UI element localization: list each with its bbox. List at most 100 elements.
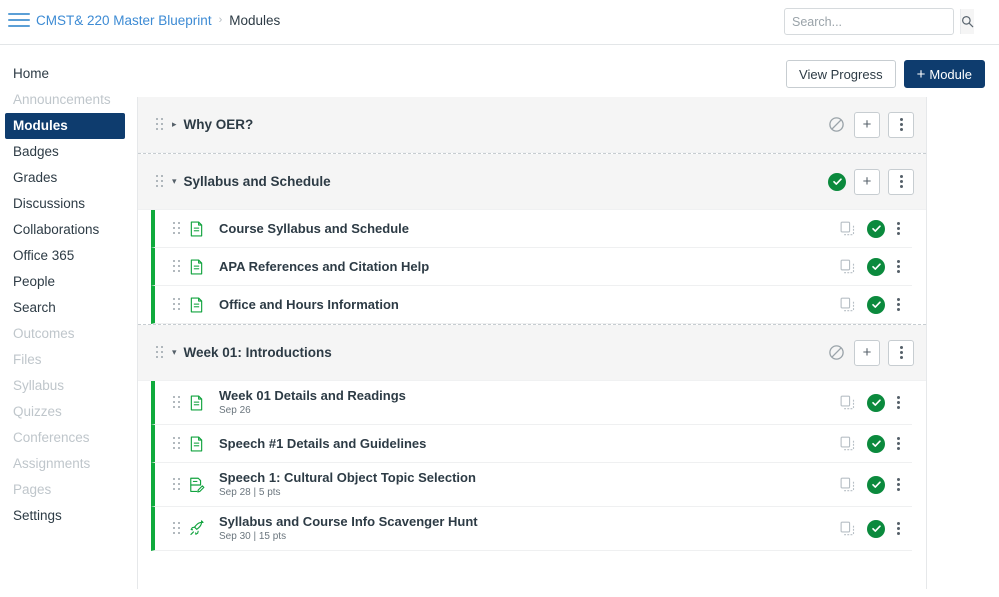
sidebar-item-label: Grades: [13, 170, 58, 185]
chevron-down-icon[interactable]: ▾: [172, 347, 177, 358]
published-status-icon[interactable]: [867, 295, 885, 314]
published-status-icon[interactable]: [828, 172, 846, 191]
module-item-row[interactable]: Week 01 Details and Readings Sep 26: [151, 381, 912, 425]
module-title[interactable]: Why OER?: [184, 117, 254, 132]
duplicate-glyph-icon: [840, 297, 855, 312]
sidebar-item-office-365[interactable]: Office 365: [5, 243, 125, 269]
sidebar-item-label: Home: [13, 66, 50, 81]
module-drag-handle[interactable]: [156, 117, 164, 132]
item-drag-handle[interactable]: [173, 521, 181, 536]
duplicate-icon[interactable]: [840, 297, 855, 312]
duplicate-icon[interactable]: [840, 221, 855, 236]
kebab-menu-icon[interactable]: [899, 346, 903, 359]
module-menu-button[interactable]: [888, 168, 914, 195]
sidebar-item-conferences[interactable]: Conferences: [5, 425, 125, 451]
item-menu-icon[interactable]: [897, 522, 900, 535]
unpublished-status-icon[interactable]: [828, 344, 846, 362]
kebab-menu-icon[interactable]: [899, 175, 903, 188]
sidebar-item-outcomes[interactable]: Outcomes: [5, 321, 125, 347]
item-drag-handle[interactable]: [173, 297, 181, 312]
unpublished-status-icon[interactable]: [828, 116, 846, 134]
duplicate-glyph-icon: [840, 259, 855, 274]
module-drag-handle[interactable]: [156, 174, 164, 189]
chevron-down-icon[interactable]: ▾: [172, 176, 177, 187]
search-icon: [962, 16, 974, 28]
item-title-link[interactable]: Week 01 Details and Readings: [219, 388, 406, 404]
item-menu-icon[interactable]: [897, 396, 900, 409]
sidebar-item-files[interactable]: Files: [5, 347, 125, 373]
published-status-icon[interactable]: [867, 475, 885, 494]
item-title-link[interactable]: Course Syllabus and Schedule: [219, 221, 409, 237]
sidebar-item-syllabus[interactable]: Syllabus: [5, 373, 125, 399]
add-module-item-button[interactable]: +: [854, 168, 880, 195]
page-icon: [190, 220, 203, 237]
module-header: ▸ Why OER? +: [138, 97, 926, 153]
item-title-link[interactable]: Office and Hours Information: [219, 297, 399, 313]
sidebar-item-people[interactable]: People: [5, 269, 125, 295]
item-menu-icon[interactable]: [897, 478, 900, 491]
sidebar-item-label: Assignments: [13, 456, 91, 471]
sidebar-item-pages[interactable]: Pages: [5, 477, 125, 503]
duplicate-icon[interactable]: [840, 521, 855, 536]
breadcrumb-course-link[interactable]: CMST& 220 Master Blueprint: [36, 13, 212, 28]
sidebar-item-settings[interactable]: Settings: [5, 503, 125, 529]
module-title[interactable]: Syllabus and Schedule: [184, 174, 331, 189]
add-module-item-button[interactable]: +: [854, 339, 880, 366]
item-title-link[interactable]: Syllabus and Course Info Scavenger Hunt: [219, 514, 478, 530]
hamburger-icon[interactable]: [8, 10, 30, 30]
module-menu-button[interactable]: [888, 111, 914, 138]
published-status-icon[interactable]: [867, 434, 885, 453]
item-title-link[interactable]: Speech 1: Cultural Object Topic Selectio…: [219, 470, 476, 486]
item-drag-handle[interactable]: [173, 221, 181, 236]
search-input[interactable]: [785, 9, 960, 34]
duplicate-icon[interactable]: [840, 259, 855, 274]
published-status-icon[interactable]: [867, 393, 885, 412]
module-item-row[interactable]: Speech #1 Details and Guidelines: [151, 425, 912, 463]
module-item-row[interactable]: Course Syllabus and Schedule: [151, 210, 912, 248]
module-title[interactable]: Week 01: Introductions: [184, 345, 332, 360]
item-drag-handle[interactable]: [173, 259, 181, 274]
item-title-link[interactable]: Speech #1 Details and Guidelines: [219, 436, 426, 452]
sidebar-item-collaborations[interactable]: Collaborations: [5, 217, 125, 243]
sidebar-item-announcements[interactable]: Announcements: [5, 87, 125, 113]
module-item-row[interactable]: Office and Hours Information: [151, 286, 912, 324]
add-module-item-button[interactable]: +: [854, 111, 880, 138]
item-drag-handle[interactable]: [173, 395, 181, 410]
module-item-row[interactable]: Speech 1: Cultural Object Topic Selectio…: [151, 463, 912, 507]
item-title-link[interactable]: APA References and Citation Help: [219, 259, 429, 275]
item-menu-icon[interactable]: [897, 222, 900, 235]
view-progress-button[interactable]: View Progress: [786, 60, 896, 88]
sidebar-item-discussions[interactable]: Discussions: [5, 191, 125, 217]
duplicate-icon[interactable]: [840, 395, 855, 410]
module-drag-handle[interactable]: [156, 345, 164, 360]
sidebar-item-modules[interactable]: Modules: [5, 113, 125, 139]
published-status-icon[interactable]: [867, 519, 885, 538]
add-module-button[interactable]: + Module: [903, 60, 985, 88]
module-item-row[interactable]: Syllabus and Course Info Scavenger Hunt S…: [151, 507, 912, 551]
item-menu-icon[interactable]: [897, 298, 900, 311]
item-drag-handle[interactable]: [173, 477, 181, 492]
sidebar-item-label: Conferences: [13, 430, 90, 445]
check-icon: [871, 263, 881, 270]
kebab-menu-icon[interactable]: [899, 118, 903, 131]
sidebar-item-badges[interactable]: Badges: [5, 139, 125, 165]
item-type-icon: [189, 435, 205, 452]
duplicate-icon[interactable]: [840, 477, 855, 492]
sidebar-item-search[interactable]: Search: [5, 295, 125, 321]
item-menu-icon[interactable]: [897, 260, 900, 273]
sidebar-item-grades[interactable]: Grades: [5, 165, 125, 191]
sidebar-item-home[interactable]: Home: [5, 61, 125, 87]
search-button[interactable]: [960, 9, 974, 34]
module-item-row[interactable]: APA References and Citation Help: [151, 248, 912, 286]
plus-icon: +: [862, 173, 872, 190]
duplicate-icon[interactable]: [840, 436, 855, 451]
sidebar-item-assignments[interactable]: Assignments: [5, 451, 125, 477]
item-drag-handle[interactable]: [173, 436, 181, 451]
item-type-icon: [189, 220, 205, 237]
sidebar-item-quizzes[interactable]: Quizzes: [5, 399, 125, 425]
module-menu-button[interactable]: [888, 339, 914, 366]
item-menu-icon[interactable]: [897, 437, 900, 450]
published-status-icon[interactable]: [867, 219, 885, 238]
published-status-icon[interactable]: [867, 257, 885, 276]
chevron-right-icon[interactable]: ▸: [172, 119, 177, 130]
